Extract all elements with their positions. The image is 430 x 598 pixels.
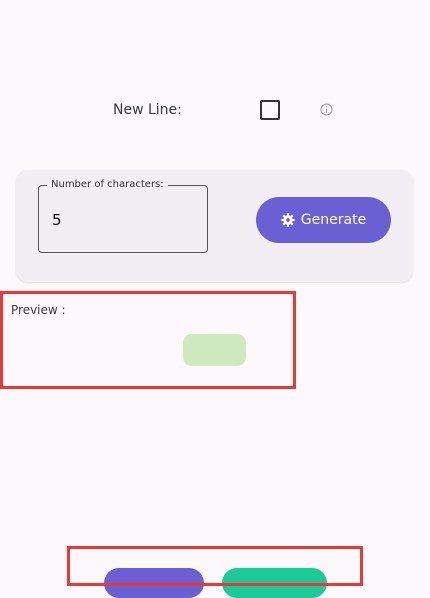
gear-icon [281,213,295,227]
number-of-characters-field[interactable]: Number of characters: 5 [38,178,208,253]
preview-label: Preview : [11,303,66,317]
number-of-characters-label: Number of characters: [47,178,168,192]
number-of-characters-value[interactable]: 5 [52,211,62,229]
new-line-label: New Line: [113,102,182,118]
generate-button[interactable]: Generate [256,197,391,243]
bottom-actions-highlight-box [67,546,363,586]
info-icon[interactable] [320,103,333,116]
preview-chip [183,334,246,366]
generate-button-label: Generate [300,212,367,228]
new-line-checkbox[interactable] [260,100,280,120]
